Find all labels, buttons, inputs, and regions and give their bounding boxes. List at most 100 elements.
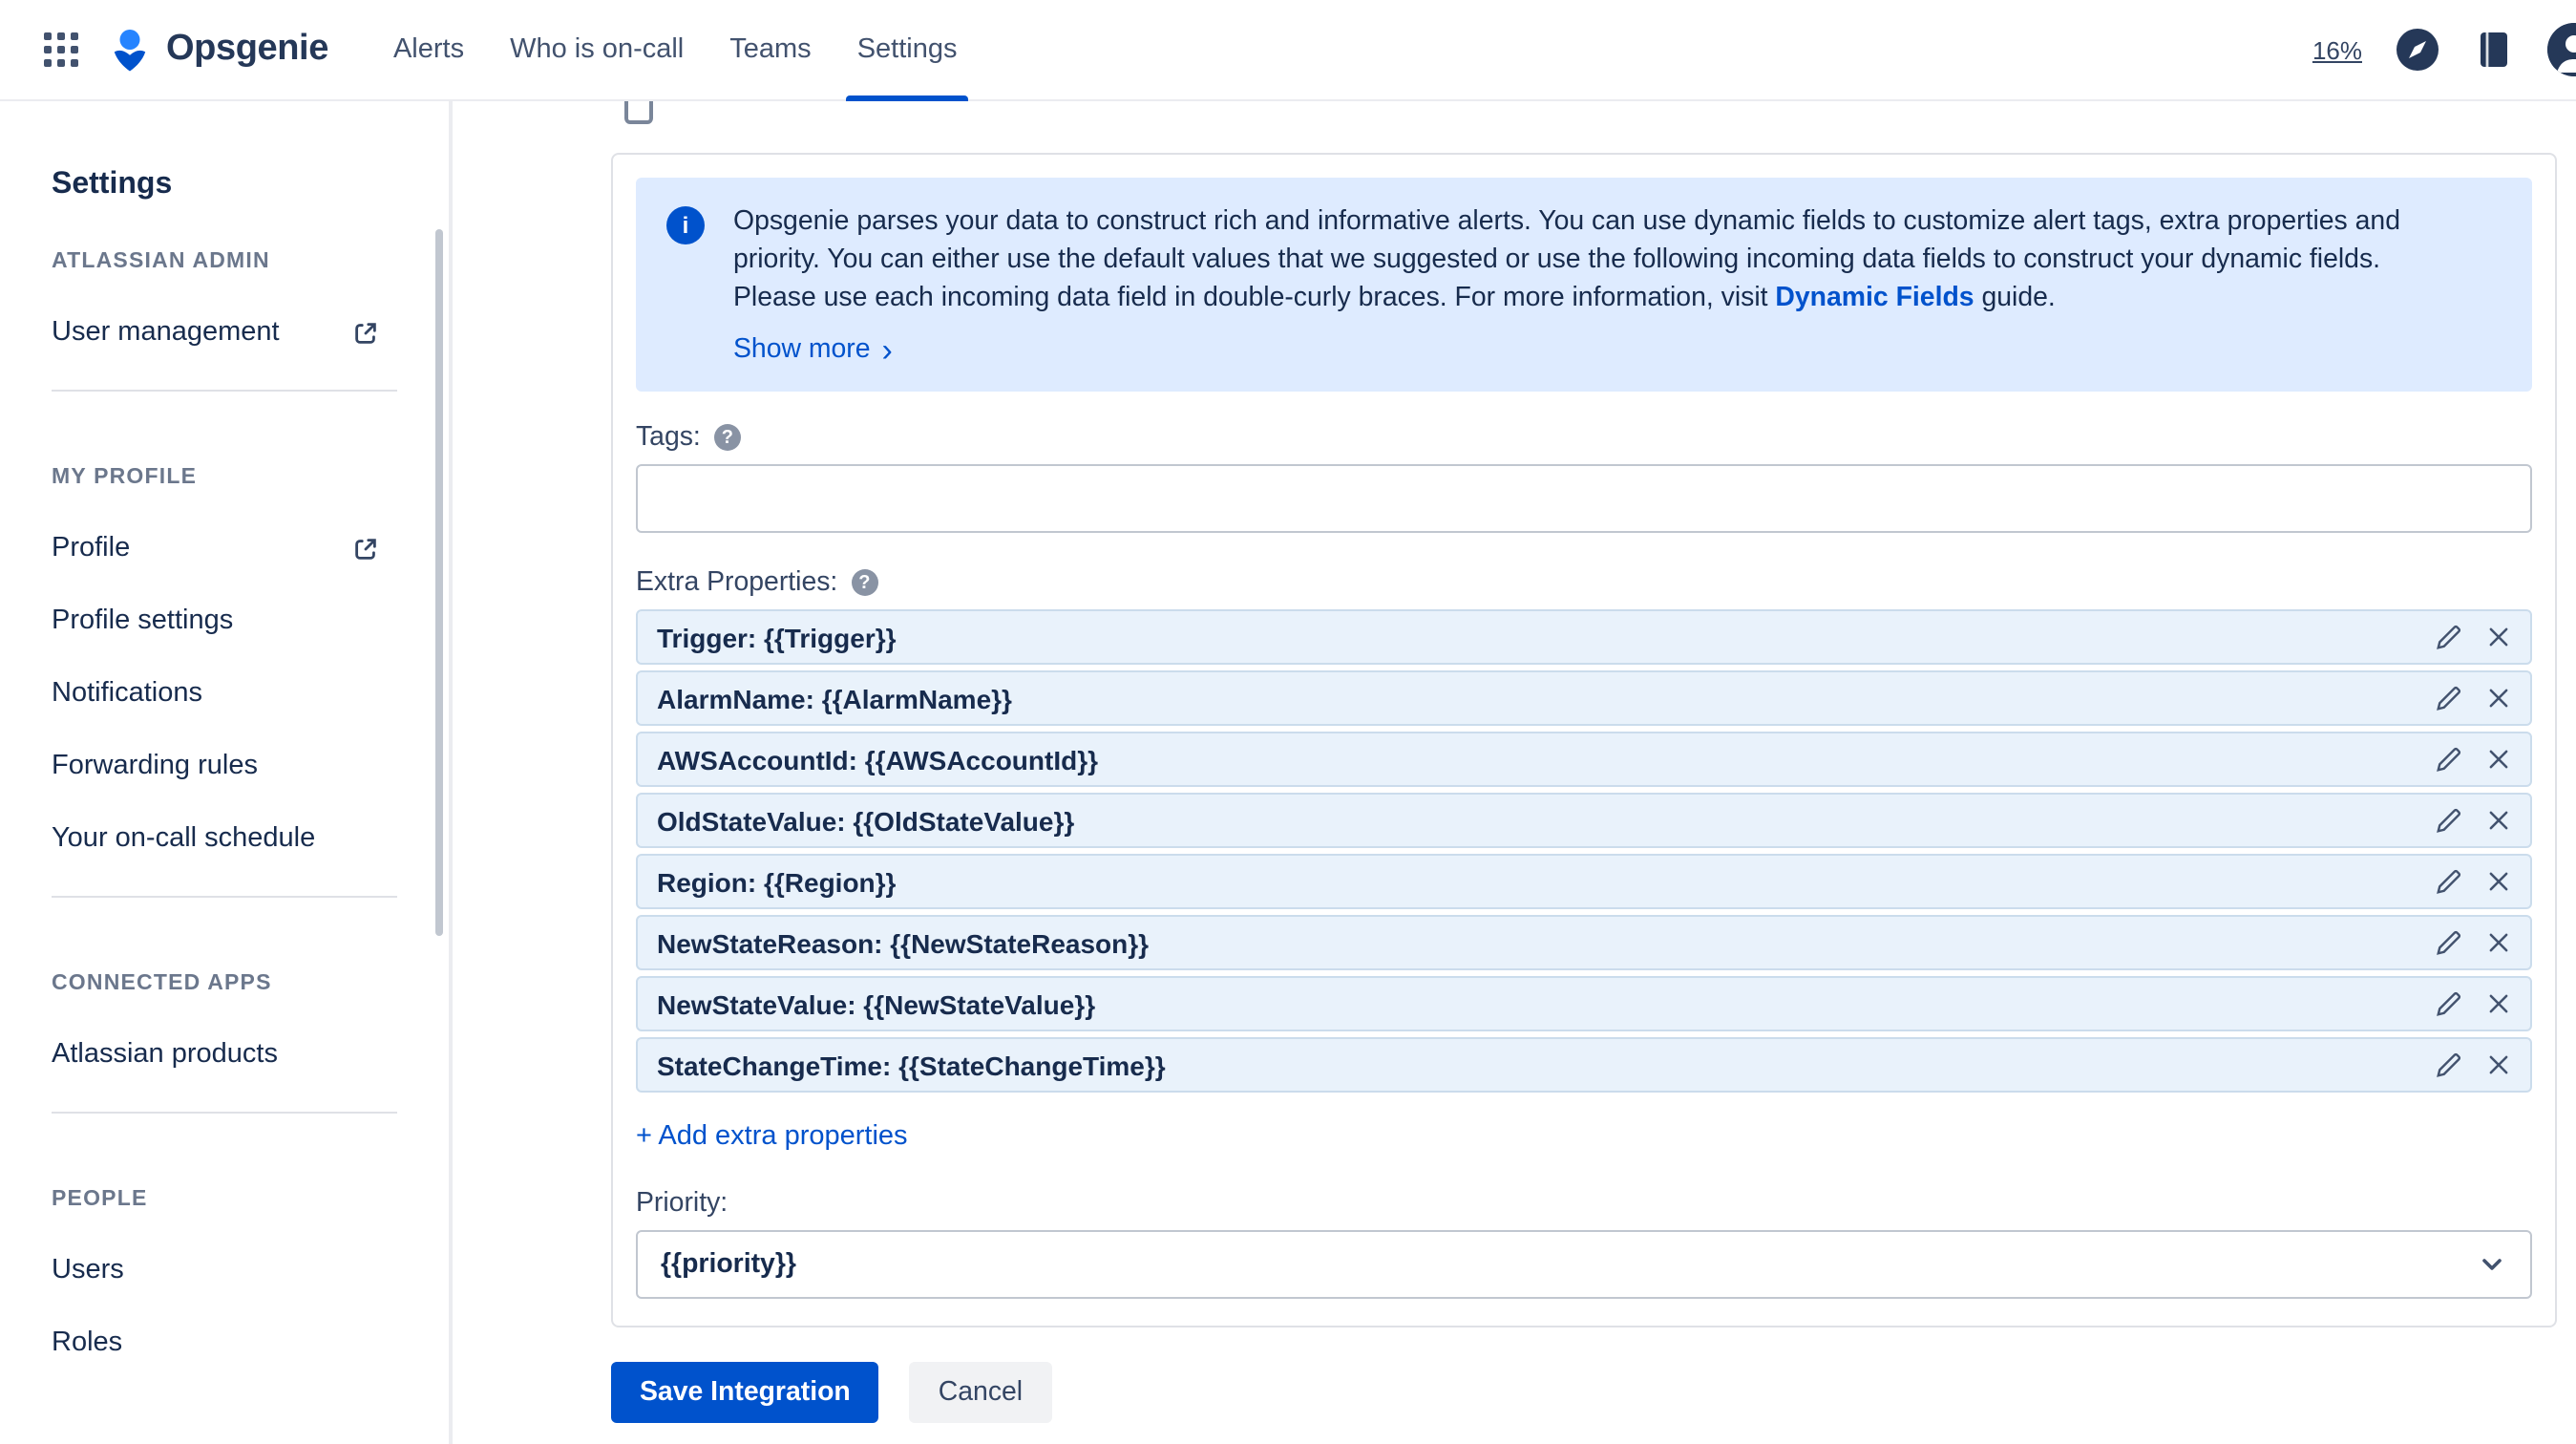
delete-icon[interactable] <box>2486 991 2511 1016</box>
sidebar-item-notifications[interactable]: Notifications <box>52 678 380 709</box>
nav-link-teams[interactable]: Teams <box>707 0 834 100</box>
delete-icon[interactable] <box>2486 930 2511 955</box>
priority-select-value: {{priority}} <box>661 1249 796 1280</box>
documentation-book-icon[interactable] <box>2473 29 2515 71</box>
tags-label: Tags: <box>636 422 701 453</box>
extra-property-value: NewStateReason: {{NewStateReason}} <box>657 927 1150 958</box>
delete-icon[interactable] <box>2486 869 2511 894</box>
sidebar-item-profile-settings[interactable]: Profile settings <box>52 605 380 636</box>
edit-icon[interactable] <box>2435 684 2463 712</box>
sidebar-item-profile[interactable]: Profile <box>52 533 380 563</box>
cancel-button[interactable]: Cancel <box>909 1362 1052 1423</box>
info-icon: i <box>666 206 705 244</box>
delete-icon[interactable] <box>2486 625 2511 649</box>
sidebar-item-your-on-call-schedule[interactable]: Your on-call schedule <box>52 823 380 854</box>
sidebar-item-label: Users <box>52 1255 124 1285</box>
sidebar-item-user-management[interactable]: User management <box>52 317 380 348</box>
nav-link-alerts[interactable]: Alerts <box>370 0 487 100</box>
edit-icon[interactable] <box>2435 623 2463 651</box>
extra-property-row: NewStateValue: {{NewStateValue}} <box>636 976 2532 1031</box>
edit-icon[interactable] <box>2435 1051 2463 1079</box>
save-integration-button[interactable]: Save Integration <box>611 1362 879 1423</box>
show-more-link[interactable]: Show more › <box>733 330 2467 369</box>
delete-icon[interactable] <box>2486 686 2511 711</box>
show-more-label: Show more <box>733 334 871 365</box>
edit-icon[interactable] <box>2435 867 2463 896</box>
extra-property-row: OldStateValue: {{OldStateValue}} <box>636 793 2532 848</box>
extra-property-value: AlarmName: {{AlarmName}} <box>657 683 1012 713</box>
sidebar-item-label: Profile <box>52 533 131 563</box>
usage-percent-link[interactable]: 16% <box>2312 35 2362 64</box>
edit-icon[interactable] <box>2435 745 2463 774</box>
extra-property-row: Region: {{Region}} <box>636 854 2532 909</box>
extra-property-row: Trigger: {{Trigger}} <box>636 609 2532 665</box>
integration-card: i Opsgenie parses your data to construct… <box>611 153 2557 1327</box>
page-body: Settings ATLASSIAN ADMIN User management… <box>0 101 2576 1444</box>
sidebar-divider <box>52 896 397 898</box>
sidebar-scrollbar[interactable] <box>435 229 443 936</box>
sidebar-item-label: Profile settings <box>52 605 234 636</box>
sidebar-item-atlassian-products[interactable]: Atlassian products <box>52 1039 380 1070</box>
priority-label-row: Priority: <box>636 1188 2532 1219</box>
form-actions: Save Integration Cancel <box>611 1362 2557 1423</box>
extra-property-value: AWSAccountId: {{AWSAccountId}} <box>657 744 1099 775</box>
sidebar-divider <box>52 390 397 392</box>
checkbox[interactable] <box>624 101 653 124</box>
sidebar-item-forwarding-rules[interactable]: Forwarding rules <box>52 751 380 781</box>
extra-property-row: AlarmName: {{AlarmName}} <box>636 670 2532 726</box>
info-banner-text-after: guide. <box>1974 283 2056 313</box>
tags-input[interactable] <box>636 464 2532 533</box>
extra-property-value: StateChangeTime: {{StateChangeTime}} <box>657 1050 1166 1080</box>
edit-icon[interactable] <box>2435 806 2463 835</box>
chevron-right-icon: › <box>881 331 893 368</box>
extra-property-row: AWSAccountId: {{AWSAccountId}} <box>636 732 2532 787</box>
top-navbar: Opsgenie Alerts Who is on-call Teams Set… <box>0 0 2576 101</box>
help-icon[interactable]: ? <box>851 569 878 596</box>
discover-compass-icon[interactable] <box>2395 27 2440 73</box>
sidebar-item-label: Your on-call schedule <box>52 823 316 854</box>
app-switcher-icon[interactable] <box>42 31 80 69</box>
extra-properties-label-row: Extra Properties: ? <box>636 567 2532 598</box>
external-link-icon <box>355 538 376 559</box>
sidebar-section-heading-people: PEOPLE <box>52 1188 148 1211</box>
tags-label-row: Tags: ? <box>636 422 2532 453</box>
edit-icon[interactable] <box>2435 989 2463 1018</box>
sidebar-section-heading-atlassian-admin: ATLASSIAN ADMIN <box>52 250 270 273</box>
info-banner-body: Opsgenie parses your data to construct r… <box>733 202 2502 369</box>
sidebar-item-users[interactable]: Users <box>52 1255 380 1285</box>
sidebar-item-label: User management <box>52 317 280 348</box>
sidebar-item-label: Roles <box>52 1327 123 1358</box>
delete-icon[interactable] <box>2486 747 2511 772</box>
dynamic-fields-link[interactable]: Dynamic Fields <box>1775 283 1974 313</box>
help-icon[interactable]: ? <box>713 424 741 451</box>
main-content: i Opsgenie parses your data to construct… <box>453 101 2576 1444</box>
priority-label: Priority: <box>636 1188 728 1219</box>
add-extra-properties-link[interactable]: + Add extra properties <box>636 1121 908 1152</box>
sidebar-section-heading-my-profile: MY PROFILE <box>52 466 198 489</box>
priority-select[interactable]: {{priority}} <box>636 1230 2532 1299</box>
opsgenie-logo-icon <box>114 30 146 72</box>
extra-property-row: NewStateReason: {{NewStateReason}} <box>636 915 2532 970</box>
sidebar-item-label: Forwarding rules <box>52 751 258 781</box>
extra-property-row: StateChangeTime: {{StateChangeTime}} <box>636 1037 2532 1093</box>
sidebar-title: Settings <box>52 168 173 201</box>
brand-name: Opsgenie <box>166 29 328 69</box>
sidebar-item-roles[interactable]: Roles <box>52 1327 380 1358</box>
nav-link-settings[interactable]: Settings <box>834 0 981 100</box>
extra-property-value: Trigger: {{Trigger}} <box>657 622 897 652</box>
opsgenie-brand[interactable]: Opsgenie <box>107 27 328 73</box>
delete-icon[interactable] <box>2486 1052 2511 1077</box>
extra-property-value: Region: {{Region}} <box>657 866 897 897</box>
extra-property-value: NewStateValue: {{NewStateValue}} <box>657 988 1096 1019</box>
extra-properties-list: Trigger: {{Trigger}} AlarmName: {{AlarmN… <box>636 609 2532 1093</box>
edit-icon[interactable] <box>2435 928 2463 957</box>
sidebar-divider <box>52 1112 397 1114</box>
extra-property-value: OldStateValue: {{OldStateValue}} <box>657 805 1075 836</box>
navbar-right: 16% <box>2312 23 2576 76</box>
user-avatar[interactable] <box>2547 23 2576 76</box>
delete-icon[interactable] <box>2486 808 2511 833</box>
opsgenie-app: Opsgenie Alerts Who is on-call Teams Set… <box>0 0 2576 1444</box>
extra-properties-label: Extra Properties: <box>636 567 838 598</box>
nav-link-who-is-on-call[interactable]: Who is on-call <box>487 0 707 100</box>
chevron-down-icon <box>2477 1249 2507 1280</box>
